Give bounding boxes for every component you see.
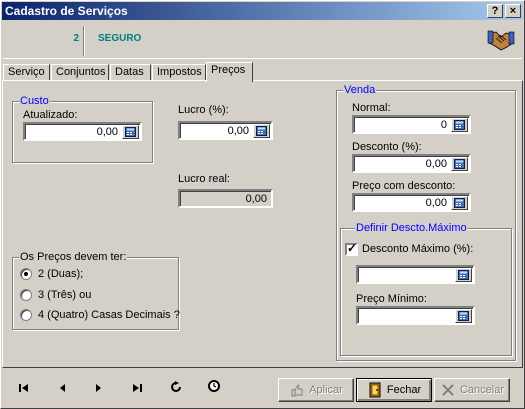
service-name: SEGURO	[98, 33, 142, 44]
precos-tab-panel: Custo Atualizado: 0,00 Lucro (%): 0,00 L…	[2, 80, 523, 368]
history-icon[interactable]	[203, 379, 225, 401]
thumbs-up-icon	[291, 384, 303, 397]
tab-impostos[interactable]: Impostos	[152, 64, 206, 81]
cancelar-button[interactable]: Cancelar	[434, 378, 510, 402]
cancel-x-icon	[442, 384, 454, 396]
fechar-label: Fechar	[386, 384, 422, 396]
desconto-maximo-group-title: Definir Descto.Máximo	[355, 222, 468, 234]
lucro-label: Lucro (%):	[178, 104, 229, 116]
atualizado-value: 0,00	[96, 126, 118, 138]
radio-duas[interactable]: 2 (Duas);	[20, 268, 83, 280]
desconto-maximo-group: Definir Descto.Máximo ✓ Desconto Máximo …	[340, 222, 512, 356]
lucro-real-field: 0,00	[178, 189, 273, 208]
lucro-real-label: Lucro real:	[178, 173, 230, 185]
desconto-maximo-field[interactable]	[356, 265, 475, 284]
lucro-real-value: 0,00	[245, 193, 267, 205]
calculator-icon[interactable]	[455, 309, 472, 323]
normal-value: 0	[440, 119, 447, 131]
next-record-icon[interactable]	[88, 379, 110, 401]
last-record-icon[interactable]	[126, 379, 148, 401]
handshake-icon	[487, 29, 515, 53]
calculator-icon[interactable]	[451, 196, 468, 210]
custo-group: Custo Atualizado: 0,00	[12, 95, 153, 163]
service-number: 2	[73, 33, 79, 44]
radio-dot	[20, 289, 32, 301]
radio-tres-label: 3 (Três) ou	[38, 289, 92, 301]
radio-duas-label: 2 (Duas);	[38, 268, 84, 280]
preco-desconto-label: Preço com desconto:	[352, 180, 456, 192]
close-button[interactable]: ×	[505, 4, 521, 18]
radio-dot	[20, 309, 32, 321]
calculator-icon[interactable]	[253, 124, 270, 138]
desconto-label: Desconto (%):	[352, 141, 422, 153]
title-bar: Cadastro de Serviços ? ×	[2, 2, 523, 20]
first-record-icon[interactable]	[13, 379, 35, 401]
cancelar-label: Cancelar	[459, 384, 505, 396]
tab-conjuntos[interactable]: Conjuntos	[51, 64, 109, 81]
radio-quatro[interactable]: 4 (Quatro) Casas Decimais ?	[20, 309, 180, 321]
normal-field[interactable]: 0	[352, 115, 471, 134]
radio-tres[interactable]: 3 (Três) ou	[20, 289, 91, 301]
venda-group: Venda Normal: 0 Desconto (%): 0,00 Preço…	[336, 84, 516, 361]
desconto-maximo-checkbox[interactable]: ✓	[345, 241, 358, 256]
radio-dot-selected	[20, 268, 32, 280]
preco-desconto-field[interactable]: 0,00	[352, 193, 471, 212]
aplicar-label: Aplicar	[309, 384, 343, 396]
desconto-maximo-label: Desconto Máximo (%):	[362, 243, 474, 255]
desconto-value: 0,00	[425, 158, 447, 170]
preco-minimo-field[interactable]	[356, 306, 475, 325]
refresh-icon[interactable]	[165, 379, 187, 401]
radio-quatro-label: 4 (Quatro) Casas Decimais ?	[38, 309, 180, 321]
decimais-group-title: Os Preços devem ter:	[19, 251, 128, 263]
aplicar-button[interactable]: Aplicar	[278, 378, 354, 402]
normal-label: Normal:	[352, 102, 391, 114]
calculator-icon[interactable]	[122, 125, 139, 139]
checkmark-icon: ✓	[347, 241, 358, 255]
help-button[interactable]: ?	[487, 4, 503, 18]
calculator-icon[interactable]	[451, 157, 468, 171]
atualizado-label: Atualizado:	[23, 109, 78, 121]
atualizado-field[interactable]: 0,00	[23, 122, 142, 141]
venda-group-title: Venda	[343, 84, 377, 96]
door-icon	[369, 382, 381, 398]
lucro-field[interactable]: 0,00	[178, 121, 273, 140]
custo-group-title: Custo	[19, 95, 50, 107]
fechar-button[interactable]: Fechar	[356, 378, 432, 402]
desconto-field[interactable]: 0,00	[352, 154, 471, 173]
header-divider	[83, 26, 85, 56]
preco-desconto-value: 0,00	[425, 197, 447, 209]
window-title: Cadastro de Serviços	[5, 4, 128, 18]
tab-precos[interactable]: Preços	[206, 62, 253, 82]
calculator-icon[interactable]	[451, 118, 468, 132]
tab-servico[interactable]: Serviço	[3, 64, 50, 81]
previous-record-icon[interactable]	[51, 379, 73, 401]
main-window: Cadastro de Serviços ? × 2 SEGURO Serviç…	[0, 0, 525, 409]
header-panel: 2 SEGURO	[3, 22, 522, 59]
lucro-value: 0,00	[227, 125, 249, 137]
decimais-group: Os Preços devem ter: 2 (Duas); 3 (Três) …	[12, 251, 180, 330]
preco-minimo-label: Preço Mínimo:	[356, 293, 427, 305]
tab-datas[interactable]: Datas	[110, 64, 151, 81]
calculator-icon[interactable]	[455, 268, 472, 282]
bottom-toolbar: Aplicar Fechar Cancelar	[3, 371, 522, 408]
